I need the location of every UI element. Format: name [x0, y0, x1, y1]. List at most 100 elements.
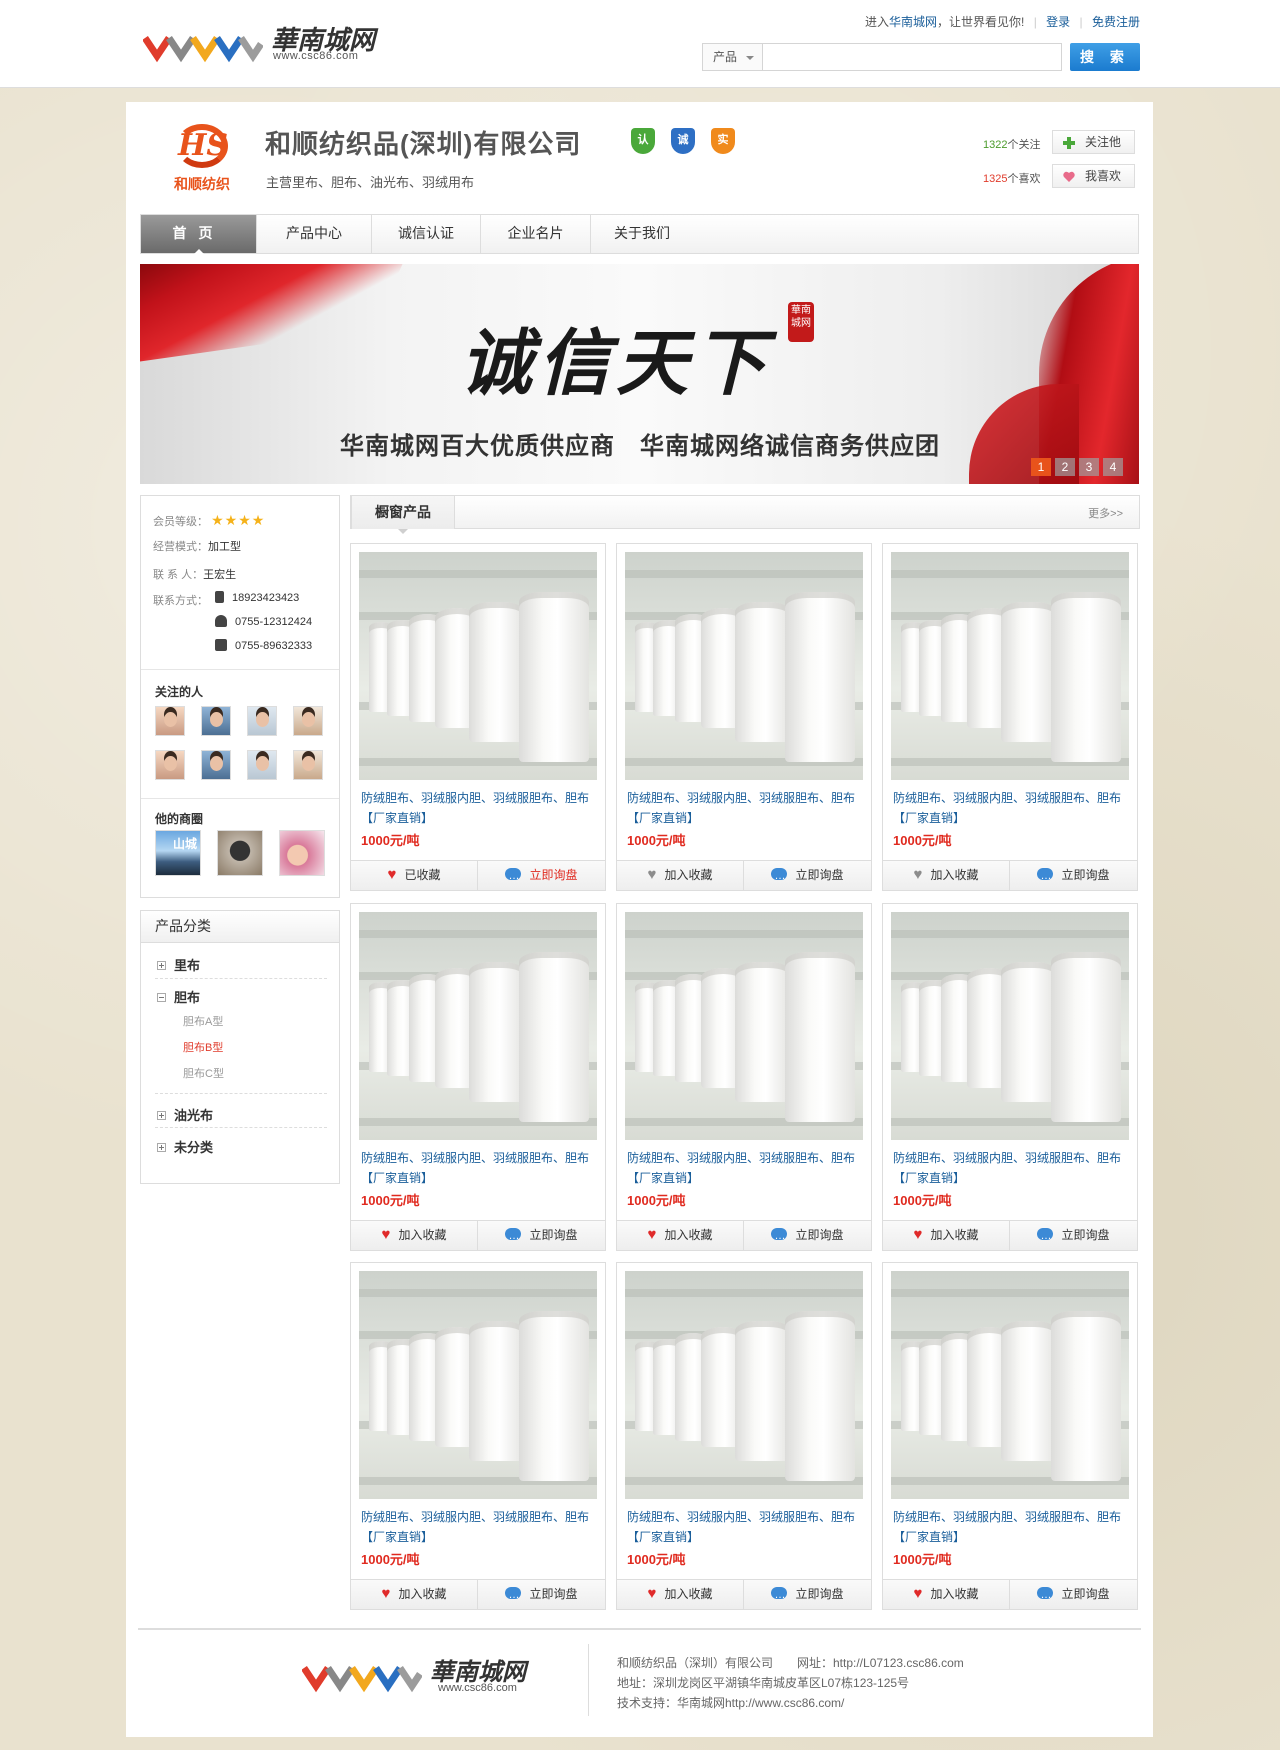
- product-card[interactable]: 防绒胆布、羽绒服内胆、羽绒服胆布、胆布【厂家直销】 1000元/吨 ♥ 加入收藏 立即询…: [350, 903, 606, 1251]
- product-image[interactable]: [359, 1271, 597, 1499]
- product-title[interactable]: 防绒胆布、羽绒服内胆、羽绒服胆布、胆布【厂家直销】: [627, 788, 857, 828]
- avatar[interactable]: [293, 706, 323, 736]
- integrity-badge-icon[interactable]: 诚: [671, 128, 695, 154]
- category-item[interactable]: 里布: [157, 955, 327, 974]
- chat-icon: [771, 1581, 788, 1609]
- product-title[interactable]: 防绒胆布、羽绒服内胆、羽绒服胆布、胆布【厂家直销】: [361, 788, 591, 828]
- inquiry-button[interactable]: 立即询盘: [744, 1221, 871, 1250]
- product-image[interactable]: [891, 1271, 1129, 1499]
- banner-page-3[interactable]: 3: [1079, 458, 1099, 476]
- add-favorite-button[interactable]: ♥ 加入收藏: [883, 861, 1010, 890]
- avatar[interactable]: [155, 706, 185, 736]
- banner-page-1[interactable]: 1: [1031, 458, 1051, 476]
- nav-item-card[interactable]: 企业名片: [481, 215, 591, 253]
- product-title[interactable]: 防绒胆布、羽绒服内胆、羽绒服胆布、胆布【厂家直销】: [361, 1507, 591, 1547]
- product-card[interactable]: 防绒胆布、羽绒服内胆、羽绒服胆布、胆布【厂家直销】 1000元/吨 ♥ 加入收藏 立即询…: [882, 903, 1138, 1251]
- follow-button[interactable]: 关注他: [1052, 130, 1135, 154]
- add-favorite-button[interactable]: ♥ 加入收藏: [351, 1580, 478, 1609]
- nav-item-products[interactable]: 产品中心: [257, 215, 372, 253]
- star-icon: ★: [251, 512, 265, 528]
- login-link[interactable]: 登录: [1046, 15, 1070, 29]
- nav-item-about[interactable]: 关于我们: [591, 215, 693, 253]
- add-favorite-button[interactable]: ♥ 加入收藏: [617, 1580, 744, 1609]
- product-title[interactable]: 防绒胆布、羽绒服内胆、羽绒服胆布、胆布【厂家直销】: [893, 788, 1123, 828]
- product-image[interactable]: [359, 552, 597, 780]
- product-image[interactable]: [359, 912, 597, 1140]
- avatar[interactable]: [247, 706, 277, 736]
- avatar[interactable]: [201, 706, 231, 736]
- product-card[interactable]: 防绒胆布、羽绒服内胆、羽绒服胆布、胆布【厂家直销】 1000元/吨 ♥ 加入收藏 立即询…: [616, 903, 872, 1251]
- avatar[interactable]: [293, 750, 323, 780]
- product-title[interactable]: 防绒胆布、羽绒服内胆、羽绒服胆布、胆布【厂家直销】: [893, 1148, 1123, 1188]
- inquiry-button[interactable]: 立即询盘: [478, 1580, 605, 1609]
- search-button[interactable]: 搜 索: [1070, 43, 1140, 71]
- inquiry-button[interactable]: 立即询盘: [478, 861, 605, 890]
- add-favorite-button[interactable]: ♥ 加入收藏: [617, 861, 744, 890]
- product-card[interactable]: 防绒胆布、羽绒服内胆、羽绒服胆布、胆布【厂家直销】 1000元/吨 ♥ 加入收藏 立即询…: [350, 1262, 606, 1610]
- add-favorite-button[interactable]: ♥ 加入收藏: [883, 1580, 1010, 1609]
- category-item[interactable]: 未分类: [157, 1137, 327, 1156]
- add-favorite-button[interactable]: ♥ 加入收藏: [351, 1221, 478, 1250]
- business-circle-image[interactable]: [217, 830, 263, 876]
- expand-icon[interactable]: [157, 961, 166, 970]
- intro-site-link[interactable]: 华南城网: [889, 15, 937, 29]
- fax-value: 0755-89632333: [235, 640, 313, 652]
- subcategory-item[interactable]: 胆布C型: [183, 1065, 224, 1081]
- business-circle-image[interactable]: 山城: [155, 830, 201, 876]
- favorited-button[interactable]: ♥ 已收藏: [351, 861, 478, 890]
- banner-curtain-left: [140, 264, 427, 366]
- product-title[interactable]: 防绒胆布、羽绒服内胆、羽绒服胆布、胆布【厂家直销】: [361, 1148, 591, 1188]
- product-card[interactable]: 防绒胆布、羽绒服内胆、羽绒服胆布、胆布【厂家直销】 1000元/吨 ♥ 加入收藏 立即询…: [882, 543, 1138, 891]
- banner[interactable]: 诚信天下 華南城网 华南城网百大优质供应商 华南城网络诚信商务供应团 1234: [140, 264, 1139, 484]
- site-logo-mark-icon: [143, 36, 263, 63]
- subcategory-item[interactable]: 胆布A型: [183, 1013, 223, 1029]
- product-title[interactable]: 防绒胆布、羽绒服内胆、羽绒服胆布、胆布【厂家直销】: [627, 1507, 857, 1547]
- verified-badge-icon[interactable]: 认: [631, 128, 655, 154]
- register-link[interactable]: 免费注册: [1092, 15, 1140, 29]
- product-card[interactable]: 防绒胆布、羽绒服内胆、羽绒服胆布、胆布【厂家直销】 1000元/吨 ♥ 加入收藏 立即询…: [882, 1262, 1138, 1610]
- footer-logo[interactable]: 華南城网 www.csc86.com: [302, 1650, 552, 1700]
- nav-item-credit[interactable]: 诚信认证: [372, 215, 481, 253]
- inquiry-button[interactable]: 立即询盘: [744, 861, 871, 890]
- product-card[interactable]: 防绒胆布、羽绒服内胆、羽绒服胆布、胆布【厂家直销】 1000元/吨 ♥ 加入收藏 立即询…: [616, 1262, 872, 1610]
- collapse-icon[interactable]: [157, 993, 166, 1002]
- inquiry-button[interactable]: 立即询盘: [1010, 861, 1137, 890]
- inquiry-button[interactable]: 立即询盘: [1010, 1221, 1137, 1250]
- product-title[interactable]: 防绒胆布、羽绒服内胆、羽绒服胆布、胆布【厂家直销】: [627, 1148, 857, 1188]
- tab-showcase-products[interactable]: 橱窗产品: [351, 495, 455, 534]
- site-logo[interactable]: 華南城网 www.csc86.com: [143, 16, 403, 68]
- real-badge-icon[interactable]: 实: [711, 128, 735, 154]
- expand-icon[interactable]: [157, 1143, 166, 1152]
- banner-page-4[interactable]: 4: [1103, 458, 1123, 476]
- product-image[interactable]: [625, 552, 863, 780]
- business-circle-image[interactable]: [279, 830, 325, 876]
- product-card[interactable]: 防绒胆布、羽绒服内胆、羽绒服胆布、胆布【厂家直销】 1000元/吨 ♥ 加入收藏 立即询…: [616, 543, 872, 891]
- inquiry-button[interactable]: 立即询盘: [1010, 1580, 1137, 1609]
- inquiry-button[interactable]: 立即询盘: [744, 1580, 871, 1609]
- expand-icon[interactable]: [157, 1111, 166, 1120]
- search-input[interactable]: [762, 43, 1062, 71]
- tel-row: 0755-12312424: [215, 615, 312, 628]
- subcategory-item-active[interactable]: 胆布B型: [183, 1039, 223, 1055]
- banner-page-2[interactable]: 2: [1055, 458, 1075, 476]
- intro-prefix: 进入: [864, 15, 889, 29]
- product-image[interactable]: [625, 1271, 863, 1499]
- avatar[interactable]: [155, 750, 185, 780]
- search-scope-select[interactable]: 产品: [702, 43, 762, 71]
- footer-company-line: 和顺纺织品（深圳）有限公司 网址：http://L07123.csc86.com: [617, 1656, 964, 1670]
- nav-item-home[interactable]: 首页: [141, 215, 257, 254]
- add-favorite-button[interactable]: ♥ 加入收藏: [883, 1221, 1010, 1250]
- inquiry-button[interactable]: 立即询盘: [478, 1221, 605, 1250]
- product-image[interactable]: [891, 552, 1129, 780]
- avatar[interactable]: [201, 750, 231, 780]
- avatar[interactable]: [247, 750, 277, 780]
- more-link[interactable]: 更多>>: [1088, 505, 1123, 521]
- category-item[interactable]: 胆布: [157, 987, 327, 1006]
- category-item[interactable]: 油光布: [157, 1105, 327, 1124]
- add-favorite-button[interactable]: ♥ 加入收藏: [617, 1221, 744, 1250]
- product-card[interactable]: 防绒胆布、羽绒服内胆、羽绒服胆布、胆布【厂家直销】 1000元/吨 ♥ 已收藏 立即询盘: [350, 543, 606, 891]
- product-title[interactable]: 防绒胆布、羽绒服内胆、羽绒服胆布、胆布【厂家直销】: [893, 1507, 1123, 1547]
- product-image[interactable]: [625, 912, 863, 1140]
- product-image[interactable]: [891, 912, 1129, 1140]
- like-button[interactable]: 我喜欢: [1052, 164, 1135, 188]
